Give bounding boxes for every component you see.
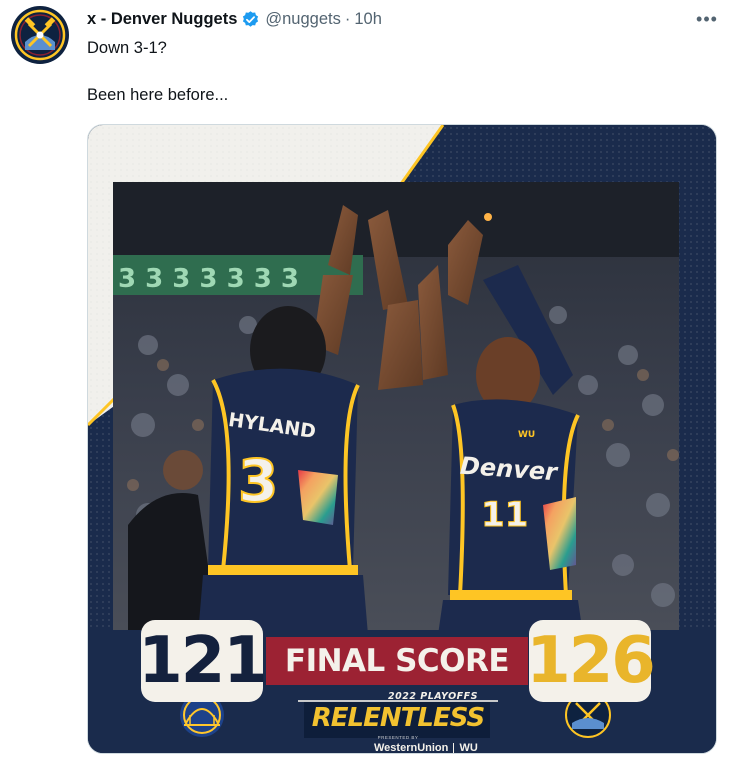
player-right-patch: WU <box>518 430 536 440</box>
player-right-number: 11 <box>480 495 529 536</box>
campaign-title: RELENTLESS <box>311 703 485 733</box>
final-score-banner: FINAL SCORE <box>266 637 528 685</box>
separator-dot: · <box>344 9 351 28</box>
playoffs-label: 2022 PLAYOFFS <box>388 691 478 702</box>
tweet-text: Down 3-1? Been here before... <box>87 36 228 107</box>
presented-by-label: PRESENTED BY <box>377 735 419 740</box>
sponsor-name: WesternUnion <box>374 742 449 754</box>
player-left-number: 3 <box>237 446 279 516</box>
sponsor-divider <box>453 743 455 753</box>
avatar-denver-nuggets-logo[interactable] <box>11 6 69 64</box>
tweet-text-line-2: Been here before... <box>87 86 229 104</box>
svg-text:3 3 3 3 3 3 3: 3 3 3 3 3 3 3 <box>118 264 299 294</box>
more-options-icon[interactable]: ••• <box>696 8 718 30</box>
sponsor-logo: WesternUnion WU <box>374 742 478 754</box>
tweet-header: x - Denver Nuggets @nuggets · 10h <box>87 8 382 30</box>
sponsor-mark: WU <box>459 742 478 754</box>
tweet-text-line-1: Down 3-1? <box>87 39 167 57</box>
tweet-media-image[interactable]: 3 3 3 3 3 3 3 HYLAND 3 Denver 11 WU 121 … <box>87 124 717 754</box>
timestamp[interactable]: 10h <box>354 10 382 29</box>
handle[interactable]: @nuggets <box>265 10 340 29</box>
away-score: 121 <box>138 620 268 702</box>
nuggets-logo-icon <box>12 7 68 63</box>
display-name[interactable]: x - Denver Nuggets <box>87 10 237 29</box>
verified-badge-icon <box>241 10 260 29</box>
home-score: 126 <box>526 620 656 702</box>
